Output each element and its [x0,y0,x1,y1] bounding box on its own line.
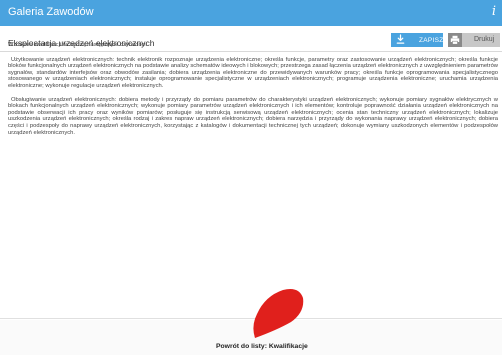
description-paragraph: Obsługiwanie urządzeń elektronicznych: d… [8,96,498,136]
qualification-description: W zakres kwalifikacji wchodzą następując… [8,42,498,143]
description-paragraph: Użytkowanie urządzeń elektronicznych: te… [8,56,498,89]
info-icon[interactable]: i [492,4,496,19]
back-to-list-link[interactable]: Powrót do listy: Kwalifikacje [216,343,308,350]
intro-text: W zakres kwalifikacji wchodzą następując… [8,42,148,48]
app-title: Galeria Zawodów [8,6,94,18]
pointer-marker-icon [253,289,304,338]
app-titlebar: Galeria Zawodów i [0,0,502,26]
